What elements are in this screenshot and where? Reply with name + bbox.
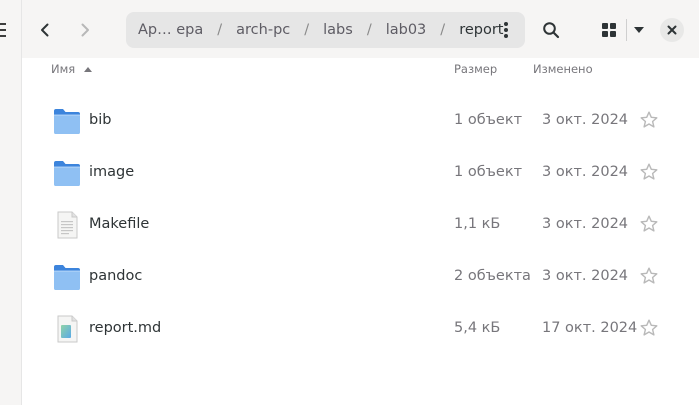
star-icon[interactable] [639, 110, 659, 130]
folder-icon [54, 161, 80, 186]
file-list: bib 1 объект 3 окт. 2024 image 1 объект … [22, 95, 699, 355]
file-row-report-md[interactable]: report.md 5,4 кБ 17 окт. 2024 [22, 303, 699, 355]
file-modified: 3 окт. 2024 [542, 268, 629, 284]
column-headers: Имя Размер Изменено [22, 58, 699, 80]
file-modified: 3 окт. 2024 [542, 112, 629, 128]
file-name: report.md [89, 320, 162, 336]
close-button[interactable] [660, 18, 684, 42]
breadcrumb-separator: / [304, 22, 310, 38]
column-header-name-label: Имя [51, 62, 76, 76]
file-row-makefile[interactable]: Makefile 1,1 кБ 3 окт. 2024 [22, 199, 699, 251]
grid-view-button[interactable] [594, 15, 624, 45]
file-manager-window: Ар… ера / arch-pc / labs / lab03 / repor… [0, 0, 699, 405]
star-icon[interactable] [639, 318, 659, 338]
file-modified: 17 окт. 2024 [542, 320, 638, 336]
file-size: 1 объект [454, 164, 523, 180]
star-icon[interactable] [639, 266, 659, 286]
markdown-file-icon [57, 315, 78, 343]
column-header-size[interactable]: Размер [454, 62, 497, 76]
grid-view-icon [602, 23, 616, 37]
chevron-right-icon [81, 23, 89, 37]
folder-icon [54, 109, 80, 134]
breadcrumb-home[interactable]: Ар… ера [132, 22, 209, 38]
star-icon[interactable] [639, 162, 659, 182]
back-button[interactable] [30, 15, 60, 45]
file-modified: 3 окт. 2024 [542, 216, 629, 232]
search-button[interactable] [536, 15, 566, 45]
column-header-modified[interactable]: Изменено [533, 62, 593, 76]
breadcrumb-separator: / [217, 22, 223, 38]
breadcrumb-separator: / [366, 22, 372, 38]
vertical-dots-icon [504, 22, 508, 38]
file-size: 1,1 кБ [454, 216, 501, 232]
file-name: Makefile [89, 216, 150, 232]
sidebar-edge [0, 0, 22, 405]
file-row-pandoc[interactable]: pandoc 2 объекта 3 окт. 2024 [22, 251, 699, 303]
folder-icon [54, 265, 80, 290]
column-header-name[interactable]: Имя [51, 62, 93, 76]
chevron-left-icon [41, 23, 49, 37]
file-row-bib[interactable]: bib 1 объект 3 окт. 2024 [22, 95, 699, 147]
header-bar: Ар… ера / arch-pc / labs / lab03 / repor… [22, 0, 699, 58]
file-row-image[interactable]: image 1 объект 3 окт. 2024 [22, 147, 699, 199]
forward-button[interactable] [70, 15, 100, 45]
search-icon [543, 22, 560, 39]
breadcrumb-lab03[interactable]: lab03 [380, 22, 433, 38]
file-size: 2 объекта [454, 268, 531, 284]
file-name: image [89, 164, 135, 180]
file-name: bib [89, 112, 112, 128]
text-file-icon [57, 211, 78, 239]
file-size: 1 объект [454, 112, 523, 128]
breadcrumb-arch-pc[interactable]: arch-pc [230, 22, 296, 38]
path-menu-button[interactable] [493, 16, 519, 44]
sort-ascending-icon [84, 66, 93, 72]
path-bar[interactable]: Ар… ера / arch-pc / labs / lab03 / repor… [126, 12, 525, 48]
sidebar-menu-icon[interactable] [0, 23, 6, 37]
breadcrumb-separator: / [440, 22, 446, 38]
file-name: pandoc [89, 268, 143, 284]
file-modified: 3 окт. 2024 [542, 164, 629, 180]
file-size: 5,4 кБ [454, 320, 501, 336]
breadcrumb-labs[interactable]: labs [317, 22, 359, 38]
chevron-down-icon [634, 27, 644, 33]
star-icon[interactable] [639, 214, 659, 234]
view-options-button[interactable] [627, 15, 651, 45]
close-icon [667, 25, 677, 35]
